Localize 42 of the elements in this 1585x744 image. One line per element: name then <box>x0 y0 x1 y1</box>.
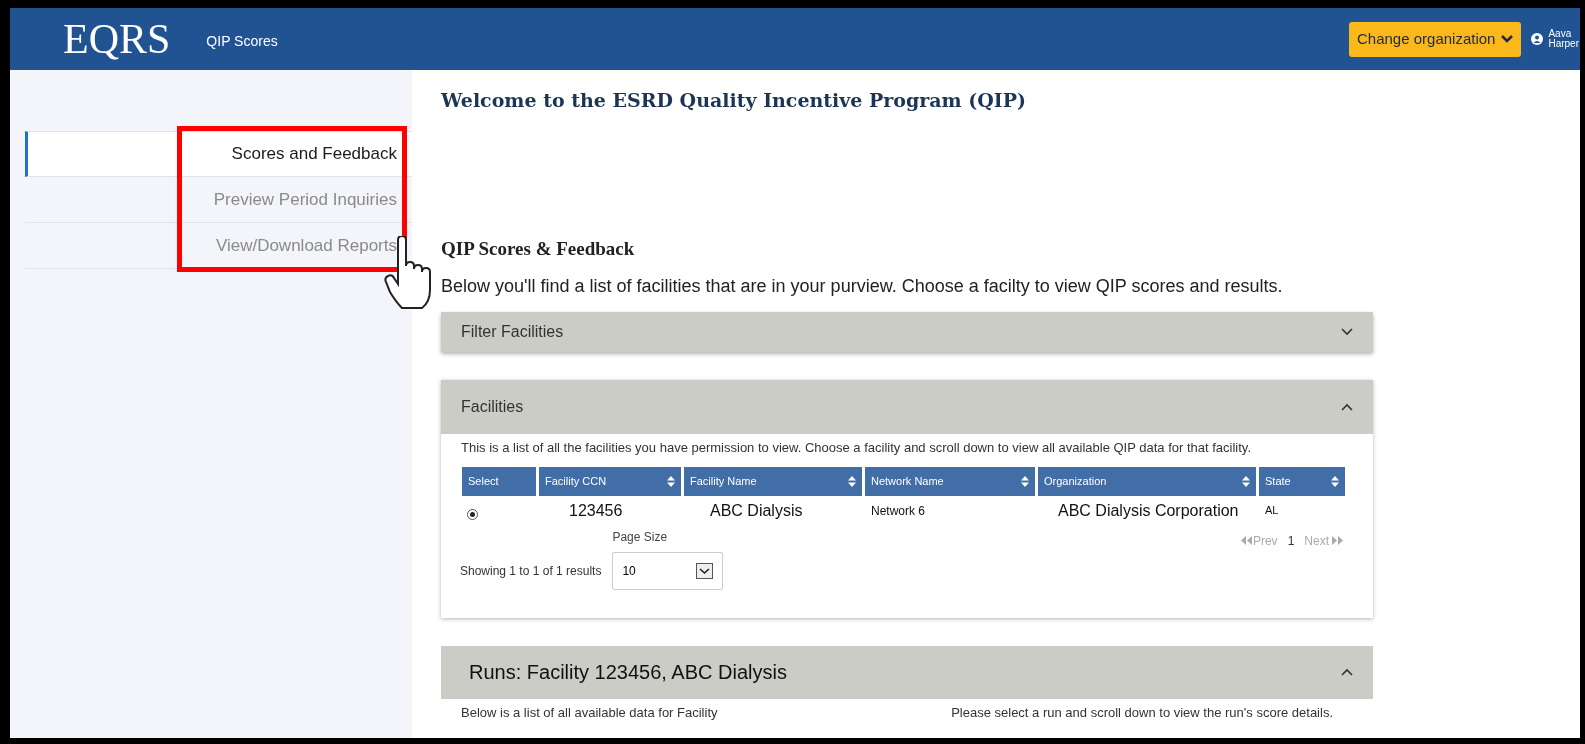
page-title: Welcome to the ESRD Quality Incentive Program (QIP) <box>441 88 1027 113</box>
page-size-select[interactable]: 10 <box>612 551 724 590</box>
dropdown-icon <box>696 562 714 579</box>
change-organization-button[interactable]: Change organization <box>1349 21 1522 57</box>
column-header[interactable]: Facility CCN <box>539 466 681 496</box>
panel-intro: Below is a list of all available data for Facility <box>461 703 718 722</box>
chevron-up-icon <box>1341 403 1353 411</box>
panel-intro: Please select a run and scroll down to view the run's score details. <box>951 703 1333 722</box>
table-cell-text: ABC Dialysis <box>709 500 804 521</box>
table-cell-text: Network 6 <box>870 502 927 520</box>
runs-panel-header[interactable]: Runs: Facility 123456, ABC Dialysis <box>441 645 1373 699</box>
table-cell-text: 123456 <box>568 500 624 521</box>
filter-panel-header[interactable]: Filter Facilities <box>441 312 1373 352</box>
user-name[interactable]: Harper <box>1548 39 1579 49</box>
panel-intro: This is a list of all the facilities you have permission to view. Choose a facility and scroll down to view all available QIP data for that facility. <box>461 439 1252 457</box>
section-title: QIP Scores & Feedback <box>441 236 635 261</box>
column-header[interactable]: State <box>1259 466 1345 496</box>
column-header[interactable]: Facility Name <box>684 466 862 496</box>
user-icon[interactable] <box>1531 33 1544 45</box>
logo[interactable]: EQRS <box>63 18 171 60</box>
facilities-panel-header[interactable]: Facilities <box>441 380 1373 434</box>
showing-label: Showing 1 to 1 of 1 results <box>460 562 602 580</box>
app-name: QIP Scores <box>206 31 278 51</box>
chevron-down-icon <box>1501 35 1514 43</box>
column-header[interactable]: Select <box>462 466 536 496</box>
double-right-icon <box>1332 536 1343 545</box>
user-name[interactable]: Aava <box>1548 29 1579 39</box>
radio-button[interactable] <box>467 509 478 520</box>
column-header[interactable]: Organization <box>1038 466 1256 496</box>
table-cell-text: AL <box>1264 503 1280 519</box>
panel-title: Facilities <box>461 397 524 417</box>
sidebar-item[interactable]: Scores and Feedback <box>25 131 412 177</box>
chevron-down-icon <box>1341 328 1353 336</box>
page-size-label: Page Size <box>612 528 669 546</box>
section-description: Below you'll find a list of facilities that are in your purview. Choose a facilty to view QIP scores and results. <box>441 275 1283 298</box>
panel-title: Runs: Facility 123456, ABC Dialysis <box>469 660 787 685</box>
page-number[interactable]: 1 <box>1287 531 1295 550</box>
panel-title: Filter Facilities <box>461 322 564 342</box>
column-header[interactable]: Network Name <box>865 466 1035 496</box>
double-left-icon <box>1240 536 1252 545</box>
chevron-up-icon <box>1341 668 1353 676</box>
table-cell-text: ABC Dialysis Corporation <box>1057 500 1240 521</box>
